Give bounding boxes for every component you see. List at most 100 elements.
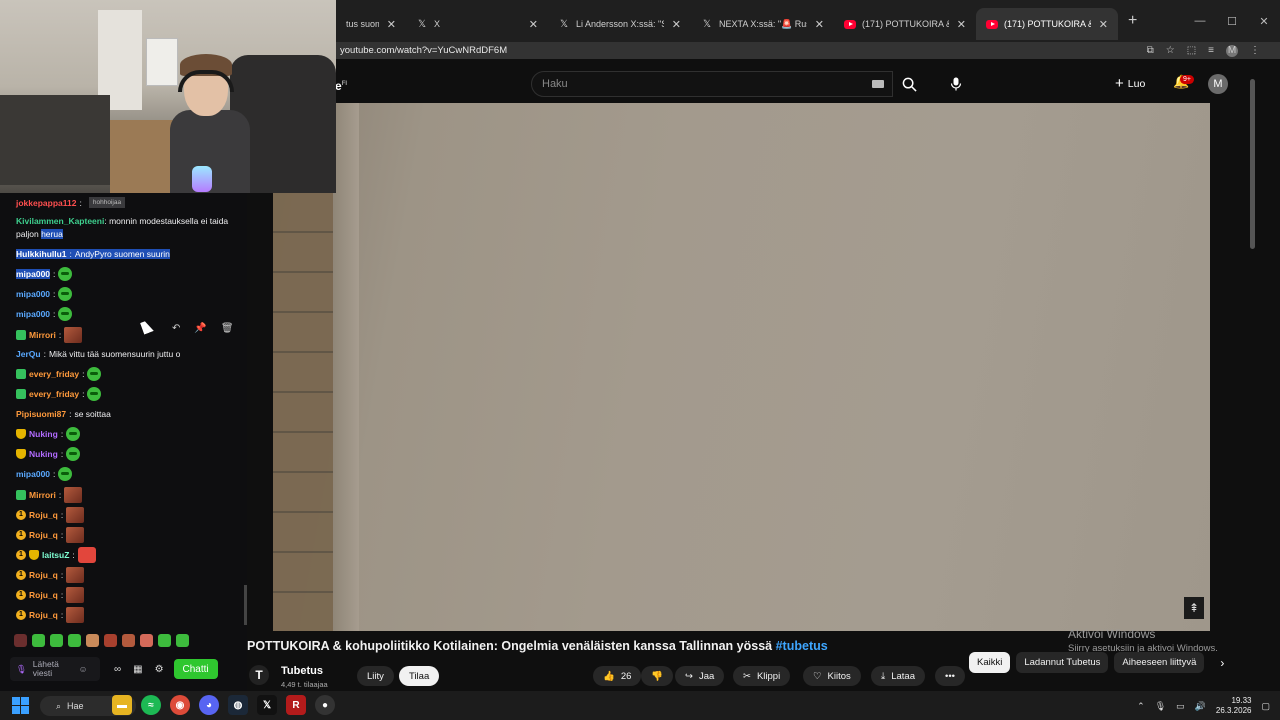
tab-5[interactable]: (171) POTTUKOIRA & koh ✕ — [834, 8, 976, 40]
network-icon[interactable]: ▭ — [1176, 701, 1185, 712]
channel-logo[interactable]: T — [249, 665, 269, 685]
chat-username[interactable]: every_friday — [29, 369, 79, 379]
chat-username[interactable]: mipa000 — [16, 469, 50, 479]
tab-4[interactable]: 𝕏 NEXTA X:ssä: "🚨 Russia's ✕ — [691, 8, 834, 40]
store-icon[interactable]: ▦ — [133, 664, 142, 675]
emote-icon[interactable] — [68, 634, 81, 647]
chat-username[interactable]: every_friday — [29, 389, 79, 399]
emote-icon[interactable] — [104, 634, 117, 647]
taskbar-clock[interactable]: 19.33 26.3.2026 — [1216, 696, 1252, 716]
minimize-icon[interactable]: — — [1184, 0, 1216, 42]
obs-icon[interactable]: ● — [315, 695, 335, 715]
emote-icon[interactable] — [140, 634, 153, 647]
account-avatar[interactable]: M — [1208, 74, 1228, 94]
chat-username[interactable]: laitsuZ — [42, 550, 69, 560]
chip-related[interactable]: Aiheeseen liittyvä — [1114, 652, 1205, 673]
chat-username[interactable]: jokkepappa112 — [16, 198, 76, 208]
delete-trash-icon[interactable]: 🗑 — [221, 323, 234, 334]
profile-avatar[interactable]: M — [1226, 44, 1238, 57]
tab-close-icon[interactable]: ✕ — [815, 18, 824, 31]
chat-username[interactable]: mipa000 — [16, 289, 50, 299]
chat-username[interactable]: Roju_q — [29, 590, 58, 600]
chat-username[interactable]: Nuking — [29, 449, 58, 459]
media-control-icon[interactable]: ≡ — [1208, 45, 1214, 56]
tab-2[interactable]: 𝕏 X ✕ — [406, 8, 548, 40]
keyboard-icon[interactable] — [872, 80, 884, 88]
windows-start-icon[interactable] — [12, 697, 29, 714]
tab-close-icon[interactable]: ✕ — [387, 18, 396, 31]
chat-username[interactable]: Mirrori — [29, 330, 56, 340]
address-bar[interactable]: youtube.com/watch?v=YuCwNRdDF6M ⧉ ☆ ⬚ ≡ … — [336, 42, 1280, 59]
pin-icon[interactable]: 📌 — [194, 323, 206, 334]
share-button[interactable]: ↪ Jaa — [675, 666, 725, 686]
clip-button[interactable]: ✂ Klippi — [733, 666, 791, 686]
search-button[interactable] — [893, 71, 925, 97]
chevron-right-icon[interactable]: › — [1220, 656, 1224, 670]
emote-picker-icon[interactable] — [14, 634, 27, 647]
emote-icon[interactable] — [32, 634, 45, 647]
emoji-icon[interactable]: ☺ — [79, 664, 88, 674]
youtube-logo[interactable]: eFI — [335, 79, 347, 93]
new-tab-button[interactable]: + — [1128, 12, 1137, 30]
chat-message-input[interactable]: 🎙 Lähetä viesti ☺ — [10, 657, 100, 681]
chat-send-button[interactable]: Chatti — [173, 659, 218, 679]
channel-name[interactable]: Tubetus — [281, 665, 323, 677]
maximize-icon[interactable]: ☐ — [1216, 0, 1248, 42]
url-text[interactable]: youtube.com/watch?v=YuCwNRdDF6M — [340, 45, 507, 56]
emote-icon[interactable] — [158, 634, 171, 647]
join-button[interactable]: Liity — [357, 666, 394, 686]
emote-icon[interactable] — [50, 634, 63, 647]
bookmark-star-icon[interactable]: ☆ — [1166, 45, 1175, 56]
like-button[interactable]: 👍 26 — [593, 666, 642, 686]
microphone-tray-icon[interactable]: 🎙 — [1155, 701, 1166, 712]
chat-username[interactable]: mipa000 — [16, 269, 51, 279]
chrome-icon[interactable]: ◉ — [170, 695, 190, 715]
emote-icon[interactable] — [86, 634, 99, 647]
file-explorer-icon[interactable]: ▬ — [112, 695, 132, 715]
tab-6-active[interactable]: (171) POTTUKOIRA & koh ✕ — [976, 8, 1118, 40]
chat-username[interactable]: Roju_q — [29, 530, 58, 540]
chat-username[interactable]: Nuking — [29, 429, 58, 439]
tab-close-icon[interactable]: ✕ — [529, 18, 538, 31]
search-input[interactable]: Haku — [531, 71, 893, 97]
thanks-button[interactable]: ♡ Kiitos — [803, 666, 861, 686]
discord-icon[interactable]: ◕ — [199, 695, 219, 715]
hashtag-link[interactable]: #tubetus — [776, 639, 828, 653]
microphone-icon[interactable]: 🎙 — [16, 664, 27, 675]
browser-menu-icon[interactable]: ⋮ — [1250, 45, 1260, 56]
x-app-icon[interactable]: 𝕏 — [257, 695, 277, 715]
chat-username[interactable]: Roju_q — [29, 610, 58, 620]
subscribe-button[interactable]: Tilaa — [399, 666, 440, 686]
tab-close-icon[interactable]: ✕ — [1099, 18, 1108, 31]
tab-close-icon[interactable]: ✕ — [672, 18, 681, 31]
chat-username[interactable]: Mirrori — [29, 490, 56, 500]
video-overlay-button[interactable]: ⇞ — [1184, 597, 1204, 619]
tab-1[interactable]: tus suomi - ✕ — [336, 8, 406, 40]
chip-uploaded-by[interactable]: Ladannut Tubetus — [1016, 652, 1109, 673]
tab-close-icon[interactable]: ✕ — [957, 18, 966, 31]
emote-icon[interactable] — [122, 634, 135, 647]
chat-username[interactable]: Roju_q — [29, 570, 58, 580]
chat-username[interactable]: JerQu — [16, 349, 41, 359]
tab-3[interactable]: 𝕏 Li Andersson X:ssä: "Synkk ✕ — [548, 8, 691, 40]
emote-icon[interactable] — [176, 634, 189, 647]
chat-settings-gear-icon[interactable]: ⚙ — [155, 664, 164, 675]
reply-icon[interactable]: ↶ — [172, 323, 180, 334]
chat-username[interactable]: Roju_q — [29, 510, 58, 520]
more-actions-button[interactable]: ••• — [935, 666, 965, 686]
steam-icon[interactable]: ◍ — [228, 695, 248, 715]
notifications-icon[interactable]: ▢ — [1261, 701, 1270, 712]
dislike-button[interactable]: 👎 — [641, 666, 673, 686]
chat-username[interactable]: Kivilammen_Kapteeni — [16, 216, 104, 226]
voice-search-button[interactable] — [943, 71, 969, 97]
channel-points-icon[interactable]: ∞ — [114, 664, 121, 675]
page-scrollbar[interactable] — [1250, 79, 1255, 249]
ea-app-icon[interactable]: R — [286, 695, 306, 715]
download-button[interactable]: ⤓ Lataa — [871, 666, 925, 686]
create-button[interactable]: + Luo — [1115, 75, 1145, 92]
volume-icon[interactable]: 🔊 — [1195, 701, 1206, 712]
chat-username[interactable]: Pipisuomi87 — [16, 409, 66, 419]
chat-scrollbar[interactable] — [244, 585, 247, 625]
close-window-icon[interactable]: ✕ — [1248, 0, 1280, 42]
spotify-icon[interactable]: ≈ — [141, 695, 161, 715]
